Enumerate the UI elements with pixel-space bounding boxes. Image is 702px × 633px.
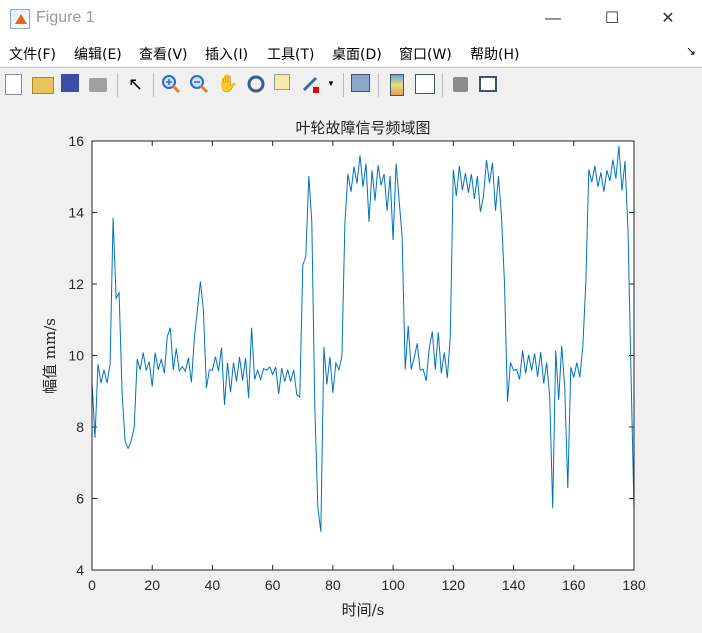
separator: [117, 73, 118, 97]
open-file-icon[interactable]: [32, 77, 54, 94]
link-plot-icon[interactable]: [351, 74, 370, 92]
x-tick-label: 120: [442, 577, 466, 593]
menu-edit[interactable]: 编辑(E): [74, 44, 122, 64]
x-tick-label: 180: [622, 577, 646, 593]
x-tick-label: 80: [325, 577, 341, 593]
x-tick-label: 0: [88, 577, 96, 593]
window-title: Figure 1: [36, 9, 95, 26]
x-tick-label: 100: [381, 577, 405, 593]
y-axis-label: 幅值 mm/s: [41, 318, 59, 394]
separator: [343, 73, 344, 97]
brush-icon[interactable]: [300, 74, 320, 94]
minimize-button[interactable]: —: [533, 6, 573, 32]
y-tick-label: 6: [76, 491, 84, 507]
y-tick-label: 10: [68, 348, 84, 364]
zoom-in-icon[interactable]: [161, 74, 181, 94]
hide-plot-tools-icon[interactable]: [453, 77, 468, 92]
toolbar: ↖ ✋ ▼: [0, 67, 702, 101]
show-plot-tools-icon[interactable]: [479, 76, 497, 92]
colorbar-icon[interactable]: [390, 74, 404, 96]
rotate-3d-icon[interactable]: [246, 74, 266, 94]
brush-dropdown-icon[interactable]: ▼: [327, 74, 337, 94]
line-chart[interactable]: 0 20 40 60 80 100 120 140 160 180 4 6 8 10 12 14 16 叶轮故障…: [0, 100, 702, 628]
legend-icon[interactable]: [415, 74, 435, 94]
menu-bar: 文件(F) 编辑(E) 查看(V) 插入(I) 工具(T) 桌面(D) 窗口(W…: [0, 38, 702, 66]
save-icon[interactable]: [61, 74, 79, 92]
print-icon[interactable]: [89, 78, 107, 92]
y-tick-label: 16: [68, 133, 84, 149]
menu-view[interactable]: 查看(V): [139, 44, 188, 64]
x-tick-label: 40: [205, 577, 221, 593]
pointer-icon[interactable]: ↖: [128, 74, 148, 94]
figure-area: 0 20 40 60 80 100 120 140 160 180 4 6 8 10 12 14 16 叶轮故障…: [0, 100, 702, 628]
maximize-button[interactable]: ☐: [592, 6, 632, 32]
menu-help[interactable]: 帮助(H): [470, 44, 519, 64]
x-tick-label: 20: [144, 577, 160, 593]
x-tick-label: 160: [562, 577, 586, 593]
menu-tools[interactable]: 工具(T): [267, 44, 314, 64]
menu-insert[interactable]: 插入(I): [205, 44, 248, 64]
separator: [442, 73, 443, 97]
dock-arrow-icon[interactable]: ↘: [686, 44, 696, 58]
menu-desktop[interactable]: 桌面(D): [332, 44, 382, 64]
matlab-icon: [10, 9, 30, 29]
new-figure-icon[interactable]: [5, 74, 22, 95]
y-tick-label: 4: [76, 562, 84, 578]
y-tick-label: 12: [68, 276, 84, 292]
x-tick-label: 140: [502, 577, 526, 593]
x-axis-label: 时间/s: [342, 601, 385, 619]
chart-title: 叶轮故障信号频域图: [295, 119, 430, 137]
menu-window[interactable]: 窗口(W): [399, 44, 452, 64]
title-bar: Figure 1 — ☐ ✕: [0, 0, 702, 38]
pan-hand-icon[interactable]: ✋: [217, 74, 238, 94]
y-tick-label: 14: [68, 205, 84, 221]
zoom-out-icon[interactable]: [189, 74, 209, 94]
x-tick-label: 60: [265, 577, 281, 593]
separator: [153, 73, 154, 97]
data-cursor-icon[interactable]: [274, 74, 290, 90]
y-tick-label: 8: [76, 419, 84, 435]
close-button[interactable]: ✕: [648, 6, 688, 32]
menu-file[interactable]: 文件(F): [9, 44, 56, 64]
separator: [378, 73, 379, 97]
